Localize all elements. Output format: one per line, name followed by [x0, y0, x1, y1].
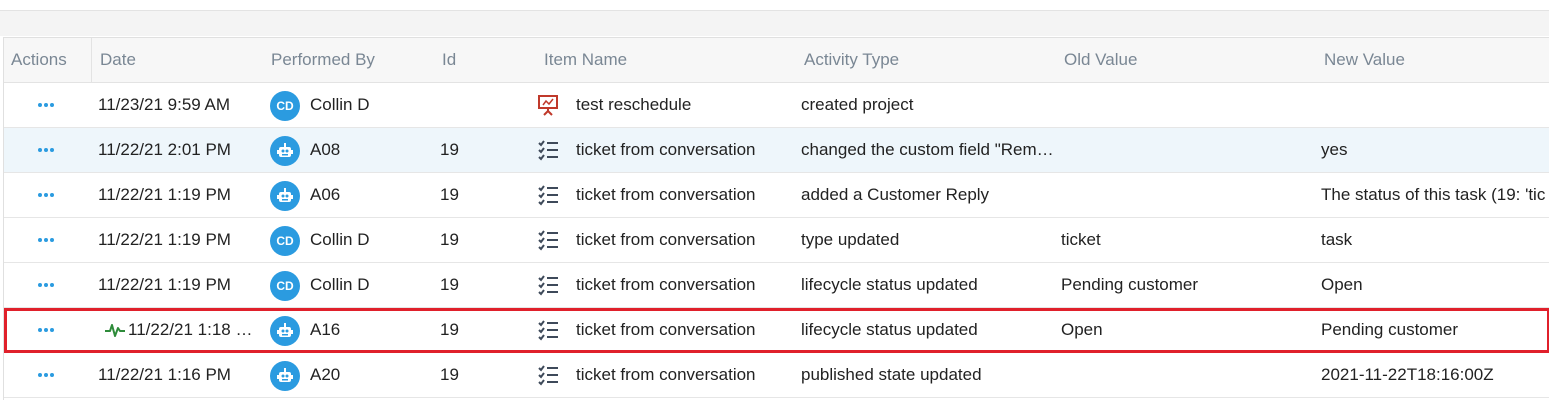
- bot-avatar-icon: [270, 361, 300, 391]
- old-value-cell: Open: [1061, 320, 1103, 339]
- activity-type-cell: type updated: [801, 230, 900, 249]
- date-cell: 11/23/21 9:59 AM: [98, 95, 231, 114]
- table-header: Actions Date Performed By Id Item Name A…: [4, 38, 1549, 83]
- bot-avatar-icon: [270, 136, 300, 166]
- column-header-date[interactable]: Date: [100, 38, 136, 82]
- item-name-link[interactable]: ticket from conversation: [576, 353, 796, 397]
- table-row[interactable]: 11/22/21 1:19 PM A06 19 ticket from convers…: [4, 173, 1549, 218]
- presentation-icon: [538, 95, 558, 116]
- checklist-icon: [538, 185, 558, 206]
- item-name-link[interactable]: ticket from conversation: [576, 173, 796, 217]
- more-actions-icon[interactable]: [38, 148, 58, 154]
- more-actions-icon[interactable]: [38, 283, 58, 289]
- date-cell: 11/22/21 1:18 …: [128, 320, 253, 339]
- column-divider[interactable]: [91, 38, 92, 82]
- user-avatar: CD: [270, 226, 300, 256]
- table-row[interactable]: 11/23/21 9:59 AM CD Collin D test reschedul…: [4, 83, 1549, 128]
- date-cell: 11/22/21 1:16 PM: [98, 365, 231, 384]
- table-row[interactable]: 11/22/21 2:01 PM A08 19 ticket from convers…: [4, 128, 1549, 173]
- activity-type-cell: added a Customer Reply: [801, 185, 990, 204]
- activity-type-cell: created project: [801, 95, 914, 114]
- filter-bar: [0, 11, 1549, 36]
- date-cell: 11/22/21 1:19 PM: [98, 275, 231, 294]
- date-cell: 11/22/21 1:19 PM: [98, 185, 231, 204]
- activity-type-cell: published state updated: [801, 365, 982, 384]
- new-value-cell: Pending customer: [1321, 320, 1459, 339]
- performer-name[interactable]: A20: [310, 353, 430, 397]
- checklist-icon: [538, 275, 558, 296]
- performer-name[interactable]: Collin D: [310, 263, 430, 307]
- item-name-link[interactable]: ticket from conversation: [576, 128, 796, 172]
- column-header-old-value[interactable]: Old Value: [1064, 38, 1137, 82]
- new-value-cell: Open: [1321, 275, 1363, 294]
- date-cell: 11/22/21 1:19 PM: [98, 230, 231, 249]
- date-cell: 11/22/21 2:01 PM: [98, 140, 231, 159]
- bot-avatar-icon: [270, 316, 300, 346]
- item-name-link[interactable]: ticket from conversation: [576, 308, 796, 352]
- new-value-cell: task: [1321, 230, 1353, 249]
- old-value-cell: [1061, 83, 1311, 127]
- performer-name[interactable]: Collin D: [310, 83, 430, 127]
- old-value-cell: [1061, 173, 1311, 217]
- checklist-icon: [538, 365, 558, 386]
- table-row[interactable]: 11/22/21 1:19 PM CD Collin D 19 ticket from …: [4, 218, 1549, 263]
- more-actions-icon[interactable]: [38, 103, 58, 109]
- more-actions-icon[interactable]: [38, 238, 58, 244]
- new-value-cell: yes: [1321, 140, 1348, 159]
- more-actions-icon[interactable]: [38, 328, 58, 334]
- more-actions-icon[interactable]: [38, 373, 58, 379]
- column-header-item-name[interactable]: Item Name: [544, 38, 627, 82]
- id-cell: 19: [440, 275, 459, 294]
- checklist-icon: [538, 230, 558, 251]
- id-cell: 19: [440, 185, 459, 204]
- activity-table: Actions Date Performed By Id Item Name A…: [3, 37, 1549, 400]
- performer-name[interactable]: Collin D: [310, 218, 430, 262]
- performer-name[interactable]: A08: [310, 128, 430, 172]
- id-cell: 19: [440, 320, 459, 339]
- top-toolbar: [0, 0, 1549, 11]
- column-header-performed-by[interactable]: Performed By: [271, 38, 375, 82]
- activity-type-cell: lifecycle status updated: [801, 275, 978, 294]
- table-row[interactable]: 11/22/21 1:18 … A16 19 ticket from conversa…: [4, 308, 1549, 353]
- id-cell: 19: [440, 230, 459, 249]
- item-name-link[interactable]: ticket from conversation: [576, 263, 796, 307]
- performer-name[interactable]: A16: [310, 308, 430, 352]
- new-value-cell: The status of this task (19: 'tic: [1321, 185, 1546, 204]
- old-value-cell: [1061, 353, 1311, 397]
- performer-name[interactable]: A06: [310, 173, 430, 217]
- id-cell: 19: [440, 140, 459, 159]
- column-header-actions[interactable]: Actions: [11, 38, 67, 82]
- activity-type-cell: lifecycle status updated: [801, 320, 978, 339]
- checklist-icon: [538, 320, 558, 341]
- bot-avatar-icon: [270, 181, 300, 211]
- item-name-link[interactable]: ticket from conversation: [576, 218, 796, 262]
- new-value-cell: 2021-11-22T18:16:00Z: [1321, 365, 1494, 384]
- more-actions-icon[interactable]: [38, 193, 58, 199]
- table-row[interactable]: 11/22/21 1:16 PM A20 19 ticket from convers…: [4, 353, 1549, 398]
- activity-type-cell: changed the custom field "Rem…: [801, 140, 1054, 159]
- column-header-id[interactable]: Id: [442, 38, 456, 82]
- id-cell: 19: [440, 365, 459, 384]
- new-value-cell: [1321, 83, 1549, 127]
- user-avatar: CD: [270, 91, 300, 121]
- old-value-cell: [1061, 128, 1311, 172]
- user-avatar: CD: [270, 271, 300, 301]
- old-value-cell: Pending customer: [1061, 275, 1199, 294]
- activity-pulse-icon: [105, 324, 125, 337]
- checklist-icon: [538, 140, 558, 161]
- column-header-activity-type[interactable]: Activity Type: [804, 38, 899, 82]
- table-row[interactable]: 11/22/21 1:19 PM CD Collin D 19 ticket from …: [4, 263, 1549, 308]
- item-name-link[interactable]: test reschedule: [576, 83, 796, 127]
- old-value-cell: ticket: [1061, 230, 1101, 249]
- column-header-new-value[interactable]: New Value: [1324, 38, 1405, 82]
